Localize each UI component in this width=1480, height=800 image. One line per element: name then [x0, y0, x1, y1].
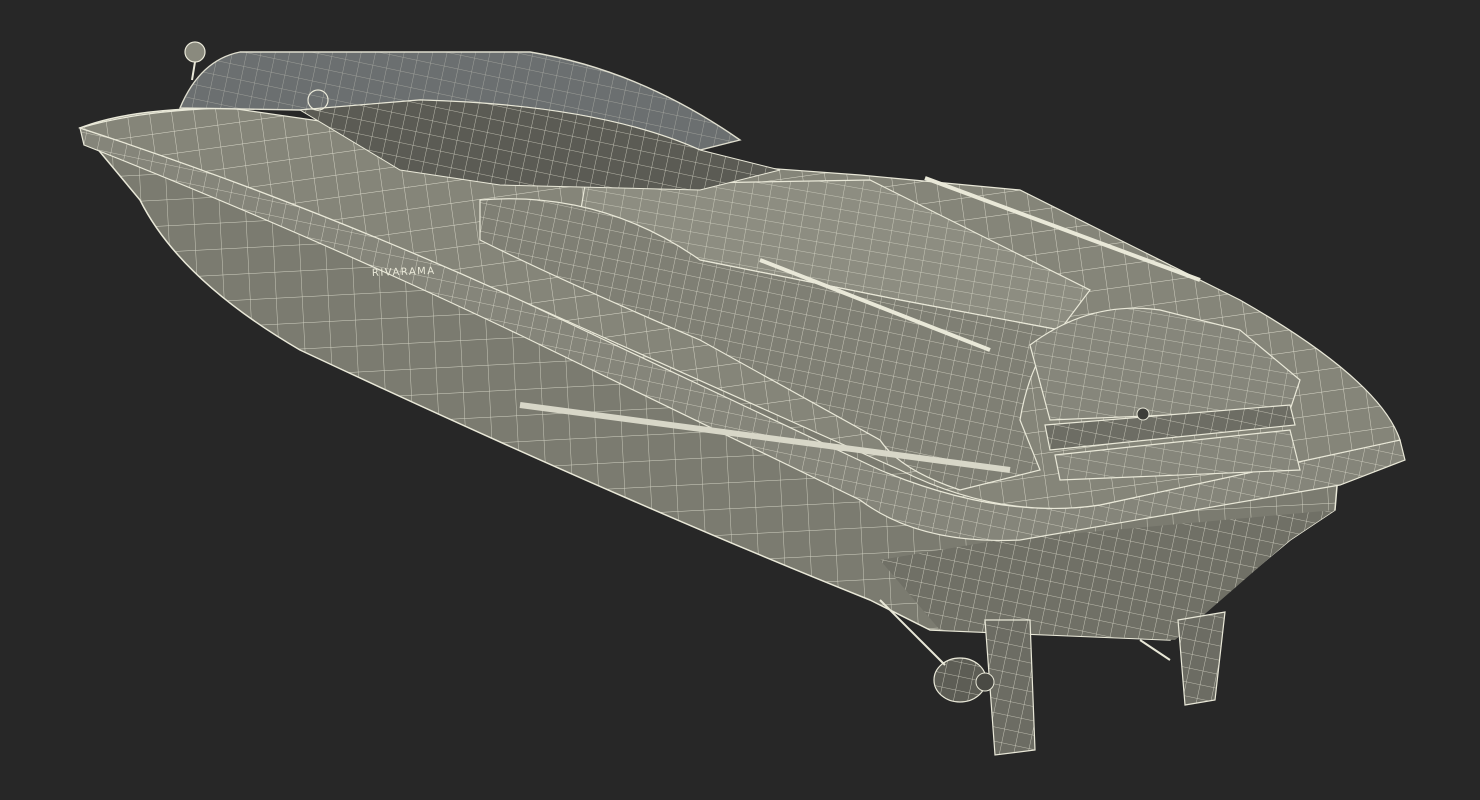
render-viewport: RIVARAMA — [0, 0, 1480, 800]
hull-logo-text: RIVARAMA — [372, 266, 436, 279]
rudder-right — [1177, 611, 1226, 706]
boat-render: RIVARAMA — [77, 41, 1406, 756]
